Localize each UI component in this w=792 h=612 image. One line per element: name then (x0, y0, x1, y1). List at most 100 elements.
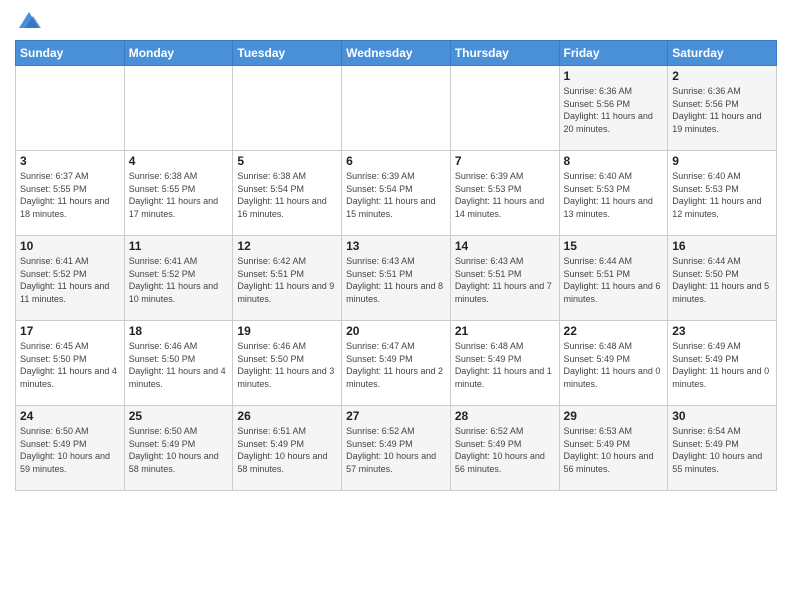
day-info: Sunrise: 6:48 AM Sunset: 5:49 PM Dayligh… (564, 340, 664, 390)
calendar-week-0: 1 Sunrise: 6:36 AM Sunset: 5:56 PM Daylig… (16, 66, 777, 151)
day-info: Sunrise: 6:54 AM Sunset: 5:49 PM Dayligh… (672, 425, 772, 475)
calendar-cell: 29 Sunrise: 6:53 AM Sunset: 5:49 PM Dayli… (559, 406, 668, 491)
calendar-cell (233, 66, 342, 151)
calendar-cell: 30 Sunrise: 6:54 AM Sunset: 5:49 PM Dayli… (668, 406, 777, 491)
day-number: 23 (672, 324, 772, 338)
day-number: 19 (237, 324, 337, 338)
day-info: Sunrise: 6:51 AM Sunset: 5:49 PM Dayligh… (237, 425, 337, 475)
page: SundayMondayTuesdayWednesdayThursdayFrid… (0, 0, 792, 612)
calendar-cell: 17 Sunrise: 6:45 AM Sunset: 5:50 PM Dayli… (16, 321, 125, 406)
calendar-cell: 12Sunrise: 6:42 AM Sunset: 5:51 PM Dayli… (233, 236, 342, 321)
day-info: Sunrise: 6:43 AM Sunset: 5:51 PM Dayligh… (346, 255, 446, 305)
calendar-cell: 23 Sunrise: 6:49 AM Sunset: 5:49 PM Dayli… (668, 321, 777, 406)
day-number: 14 (455, 239, 555, 253)
calendar-cell (16, 66, 125, 151)
day-info: Sunrise: 6:40 AM Sunset: 5:53 PM Dayligh… (564, 170, 664, 220)
day-info: Sunrise: 6:46 AM Sunset: 5:50 PM Dayligh… (129, 340, 229, 390)
calendar-cell: 9 Sunrise: 6:40 AM Sunset: 5:53 PM Daylig… (668, 151, 777, 236)
calendar-header-friday: Friday (559, 41, 668, 66)
day-info: Sunrise: 6:44 AM Sunset: 5:51 PM Dayligh… (564, 255, 664, 305)
day-number: 13 (346, 239, 446, 253)
calendar-week-4: 24 Sunrise: 6:50 AM Sunset: 5:49 PM Dayli… (16, 406, 777, 491)
day-number: 11 (129, 239, 229, 253)
day-number: 16 (672, 239, 772, 253)
calendar-cell: 22Sunrise: 6:48 AM Sunset: 5:49 PM Dayli… (559, 321, 668, 406)
logo (15, 10, 41, 32)
calendar-cell (342, 66, 451, 151)
day-number: 15 (564, 239, 664, 253)
calendar-cell: 18 Sunrise: 6:46 AM Sunset: 5:50 PM Dayli… (124, 321, 233, 406)
calendar-header-wednesday: Wednesday (342, 41, 451, 66)
calendar-cell: 26Sunrise: 6:51 AM Sunset: 5:49 PM Dayli… (233, 406, 342, 491)
day-number: 3 (20, 154, 120, 168)
day-info: Sunrise: 6:38 AM Sunset: 5:55 PM Dayligh… (129, 170, 229, 220)
calendar-cell: 8 Sunrise: 6:40 AM Sunset: 5:53 PM Daylig… (559, 151, 668, 236)
day-number: 24 (20, 409, 120, 423)
calendar-week-2: 10 Sunrise: 6:41 AM Sunset: 5:52 PM Dayli… (16, 236, 777, 321)
calendar-cell: 19 Sunrise: 6:46 AM Sunset: 5:50 PM Dayli… (233, 321, 342, 406)
day-info: Sunrise: 6:36 AM Sunset: 5:56 PM Dayligh… (672, 85, 772, 135)
day-number: 30 (672, 409, 772, 423)
day-info: Sunrise: 6:38 AM Sunset: 5:54 PM Dayligh… (237, 170, 337, 220)
day-info: Sunrise: 6:37 AM Sunset: 5:55 PM Dayligh… (20, 170, 120, 220)
calendar: SundayMondayTuesdayWednesdayThursdayFrid… (15, 40, 777, 491)
day-info: Sunrise: 6:41 AM Sunset: 5:52 PM Dayligh… (20, 255, 120, 305)
calendar-cell: 3 Sunrise: 6:37 AM Sunset: 5:55 PM Daylig… (16, 151, 125, 236)
day-info: Sunrise: 6:44 AM Sunset: 5:50 PM Dayligh… (672, 255, 772, 305)
calendar-week-3: 17 Sunrise: 6:45 AM Sunset: 5:50 PM Dayli… (16, 321, 777, 406)
calendar-cell: 13 Sunrise: 6:43 AM Sunset: 5:51 PM Dayli… (342, 236, 451, 321)
calendar-header-monday: Monday (124, 41, 233, 66)
day-number: 28 (455, 409, 555, 423)
day-number: 2 (672, 69, 772, 83)
calendar-cell: 14 Sunrise: 6:43 AM Sunset: 5:51 PM Dayli… (450, 236, 559, 321)
day-number: 1 (564, 69, 664, 83)
day-info: Sunrise: 6:46 AM Sunset: 5:50 PM Dayligh… (237, 340, 337, 390)
calendar-cell (450, 66, 559, 151)
day-info: Sunrise: 6:52 AM Sunset: 5:49 PM Dayligh… (346, 425, 446, 475)
day-info: Sunrise: 6:39 AM Sunset: 5:54 PM Dayligh… (346, 170, 446, 220)
calendar-cell: 16 Sunrise: 6:44 AM Sunset: 5:50 PM Dayli… (668, 236, 777, 321)
day-info: Sunrise: 6:49 AM Sunset: 5:49 PM Dayligh… (672, 340, 772, 390)
calendar-cell: 7 Sunrise: 6:39 AM Sunset: 5:53 PM Daylig… (450, 151, 559, 236)
day-info: Sunrise: 6:43 AM Sunset: 5:51 PM Dayligh… (455, 255, 555, 305)
day-info: Sunrise: 6:52 AM Sunset: 5:49 PM Dayligh… (455, 425, 555, 475)
day-info: Sunrise: 6:39 AM Sunset: 5:53 PM Dayligh… (455, 170, 555, 220)
calendar-cell: 15 Sunrise: 6:44 AM Sunset: 5:51 PM Dayli… (559, 236, 668, 321)
calendar-cell (124, 66, 233, 151)
day-number: 29 (564, 409, 664, 423)
day-number: 21 (455, 324, 555, 338)
calendar-cell: 20Sunrise: 6:47 AM Sunset: 5:49 PM Dayli… (342, 321, 451, 406)
day-number: 27 (346, 409, 446, 423)
day-number: 12 (237, 239, 337, 253)
calendar-cell: 6 Sunrise: 6:39 AM Sunset: 5:54 PM Daylig… (342, 151, 451, 236)
day-info: Sunrise: 6:48 AM Sunset: 5:49 PM Dayligh… (455, 340, 555, 390)
day-number: 6 (346, 154, 446, 168)
day-number: 9 (672, 154, 772, 168)
calendar-cell: 28 Sunrise: 6:52 AM Sunset: 5:49 PM Dayli… (450, 406, 559, 491)
calendar-header-tuesday: Tuesday (233, 41, 342, 66)
day-number: 8 (564, 154, 664, 168)
day-number: 25 (129, 409, 229, 423)
day-info: Sunrise: 6:40 AM Sunset: 5:53 PM Dayligh… (672, 170, 772, 220)
calendar-header-saturday: Saturday (668, 41, 777, 66)
calendar-cell: 21 Sunrise: 6:48 AM Sunset: 5:49 PM Dayli… (450, 321, 559, 406)
calendar-cell: 10 Sunrise: 6:41 AM Sunset: 5:52 PM Dayli… (16, 236, 125, 321)
day-number: 7 (455, 154, 555, 168)
logo-icon (17, 8, 41, 32)
calendar-cell: 24 Sunrise: 6:50 AM Sunset: 5:49 PM Dayli… (16, 406, 125, 491)
calendar-cell: 1 Sunrise: 6:36 AM Sunset: 5:56 PM Daylig… (559, 66, 668, 151)
day-info: Sunrise: 6:53 AM Sunset: 5:49 PM Dayligh… (564, 425, 664, 475)
calendar-cell: 4 Sunrise: 6:38 AM Sunset: 5:55 PM Daylig… (124, 151, 233, 236)
day-number: 10 (20, 239, 120, 253)
day-info: Sunrise: 6:50 AM Sunset: 5:49 PM Dayligh… (20, 425, 120, 475)
day-info: Sunrise: 6:36 AM Sunset: 5:56 PM Dayligh… (564, 85, 664, 135)
day-number: 4 (129, 154, 229, 168)
calendar-header-row: SundayMondayTuesdayWednesdayThursdayFrid… (16, 41, 777, 66)
calendar-cell: 27 Sunrise: 6:52 AM Sunset: 5:49 PM Dayli… (342, 406, 451, 491)
calendar-cell: 25Sunrise: 6:50 AM Sunset: 5:49 PM Dayli… (124, 406, 233, 491)
calendar-header-thursday: Thursday (450, 41, 559, 66)
day-number: 17 (20, 324, 120, 338)
day-info: Sunrise: 6:45 AM Sunset: 5:50 PM Dayligh… (20, 340, 120, 390)
day-number: 18 (129, 324, 229, 338)
calendar-week-1: 3 Sunrise: 6:37 AM Sunset: 5:55 PM Daylig… (16, 151, 777, 236)
